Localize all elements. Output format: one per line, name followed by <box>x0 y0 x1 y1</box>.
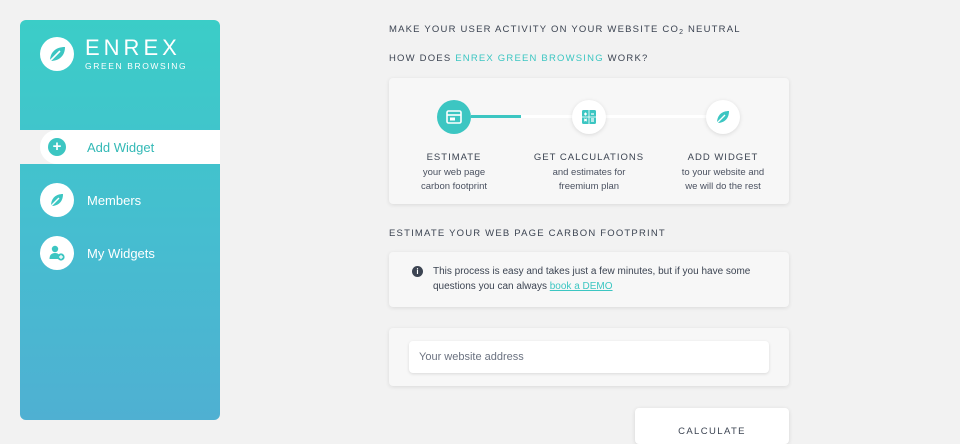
calculator-icon <box>572 100 606 134</box>
step-description: and estimates for freemium plan <box>519 166 659 193</box>
step-description: to your website and we will do the rest <box>653 166 793 193</box>
website-input-card <box>389 328 789 386</box>
step-title: GET CALCULATIONS <box>533 152 645 163</box>
sidebar-item-label: Add Widget <box>87 139 155 155</box>
brand[interactable]: ENREX GREEN BROWSING <box>40 37 187 71</box>
info-icon: i <box>412 266 423 277</box>
info-card: i This process is easy and takes just a … <box>389 252 789 307</box>
step-description: your web page carbon footprint <box>384 166 524 193</box>
step-get-calculations: GET CALCULATIONS and estimates for freem… <box>519 100 659 193</box>
page-title-text: MAKE YOUR USER ACTIVITY ON YOUR WEBSITE … <box>389 24 680 35</box>
sidebar-item-my-widgets[interactable]: My Widgets <box>40 236 155 270</box>
step-description-line: carbon footprint <box>420 180 487 192</box>
sidebar-item-label: Members <box>87 192 142 208</box>
step-title: ADD WIDGET <box>687 152 759 163</box>
plus-icon: + <box>40 130 74 164</box>
step-description-line: freemium plan <box>558 180 620 192</box>
info-text-line: This process is easy and takes just a fe… <box>433 266 751 277</box>
step-description-line: to your website and <box>681 167 765 178</box>
calculate-button[interactable]: CALCULATE <box>635 408 789 444</box>
steps-card: ESTIMATE your web page carbon footprint … <box>389 78 789 204</box>
user-add-icon <box>40 236 74 270</box>
browser-icon <box>437 100 471 134</box>
sidebar-item-members[interactable]: Members <box>40 183 141 217</box>
info-text-line: questions you can always <box>433 281 550 292</box>
estimate-heading: ESTIMATE YOUR WEB PAGE CARBON FOOTPRINT <box>389 228 666 239</box>
step-description-line: we will do the rest <box>685 180 761 192</box>
heading-accent: ENREX GREEN BROWSING <box>455 53 604 64</box>
website-address-input[interactable] <box>409 341 769 373</box>
sidebar: ENREX GREEN BROWSING <box>20 20 220 420</box>
step-description-line: and estimates for <box>552 167 626 178</box>
book-demo-link[interactable]: book a DEMO <box>550 281 613 292</box>
leaf-icon <box>40 183 74 217</box>
step-add-widget: ADD WIDGET to your website and we will d… <box>653 100 793 193</box>
heading-suffix: WORK? <box>603 53 649 64</box>
page-title: MAKE YOUR USER ACTIVITY ON YOUR WEBSITE … <box>389 24 741 36</box>
heading-prefix: HOW DOES <box>389 53 456 64</box>
brand-name: ENREX <box>85 35 181 60</box>
leaf-icon <box>706 100 740 134</box>
step-description-line: your web page <box>422 167 486 178</box>
leaf-logo-icon <box>40 37 74 71</box>
page-title-suffix: NEUTRAL <box>684 24 741 35</box>
step-title: ESTIMATE <box>426 152 482 163</box>
sidebar-item-label: My Widgets <box>87 245 155 261</box>
info-text: This process is easy and takes just a fe… <box>433 264 753 294</box>
step-estimate: ESTIMATE your web page carbon footprint <box>384 100 524 193</box>
how-it-works-heading: HOW DOES ENREX GREEN BROWSING WORK? <box>389 53 648 64</box>
brand-subtitle: GREEN BROWSING <box>85 61 188 71</box>
sidebar-item-add-widget[interactable]: + Add Widget <box>40 130 220 164</box>
